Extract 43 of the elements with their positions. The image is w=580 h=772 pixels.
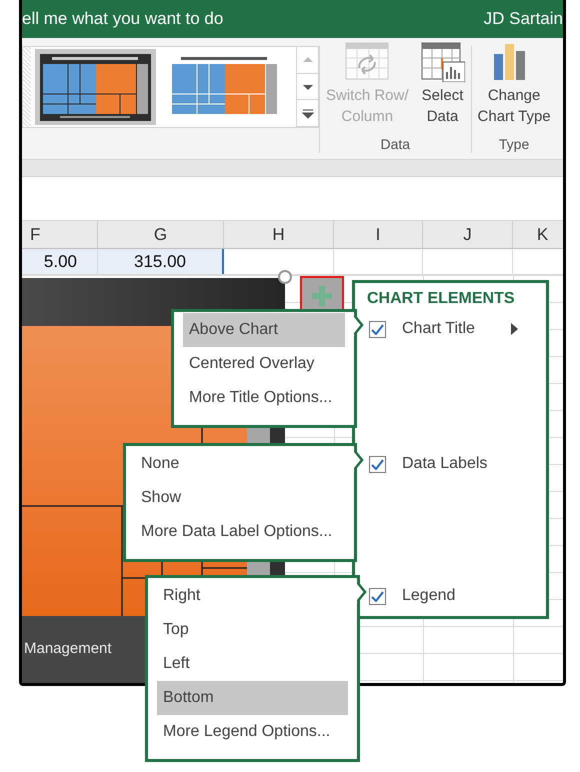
menu-item[interactable]: Left: [157, 647, 348, 681]
checkbox[interactable]: [369, 456, 386, 472]
panel-title: CHART ELEMENTS: [367, 289, 515, 309]
checkbox[interactable]: [369, 588, 386, 604]
check-icon: [371, 324, 384, 334]
selection-handle[interactable]: [277, 269, 293, 285]
checkbox[interactable]: [369, 320, 386, 338]
checkbox-label: Chart Title: [402, 319, 475, 339]
menu-item[interactable]: Show: [135, 481, 345, 515]
menu-item[interactable]: Centered Overlay: [183, 347, 345, 381]
treemap-thumbnail-icon: [40, 54, 151, 120]
select-data-icon: [420, 42, 465, 82]
menu-item[interactable]: Right: [157, 579, 348, 613]
search-prompt[interactable]: ell me what you want to do: [22, 6, 224, 32]
ribbon-button[interactable]: Change Chart Type: [476, 42, 553, 127]
table-cell: 5.00: [22, 249, 98, 274]
group-label: Type: [498, 135, 530, 154]
ribbon-button[interactable]: Select Data: [418, 42, 467, 127]
column-header[interactable]: I: [334, 221, 423, 248]
column-header[interactable]: F: [22, 221, 98, 248]
checkbox-label: Data Labels: [402, 454, 488, 474]
table-cell: 315.00: [98, 249, 224, 274]
user-name: JD Sartain: [484, 8, 563, 30]
check-icon: [371, 590, 384, 602]
column-header[interactable]: K: [513, 221, 563, 248]
legend-label: Management: [24, 639, 112, 659]
menu-item[interactable]: None: [135, 447, 345, 481]
group-label: Data: [380, 135, 410, 154]
checkbox-label: Legend: [402, 586, 456, 606]
menu-item[interactable]: Bottom: [157, 681, 348, 715]
plus-icon: [312, 286, 332, 306]
chart-style-option[interactable]: [35, 49, 156, 125]
menu-item[interactable]: More Legend Options...: [157, 715, 348, 749]
column-header[interactable]: J: [423, 221, 513, 248]
submenu-arrow-icon: [510, 323, 518, 335]
menu-item[interactable]: Above Chart: [183, 313, 345, 347]
menu-item[interactable]: More Title Options...: [183, 381, 345, 415]
switch-row-column-icon: [345, 42, 390, 82]
check-icon: [371, 458, 384, 470]
column-header[interactable]: G: [98, 221, 224, 248]
menu-item[interactable]: Top: [157, 613, 348, 647]
column-header[interactable]: H: [224, 221, 334, 248]
menu-item[interactable]: More Data Label Options...: [135, 515, 345, 549]
